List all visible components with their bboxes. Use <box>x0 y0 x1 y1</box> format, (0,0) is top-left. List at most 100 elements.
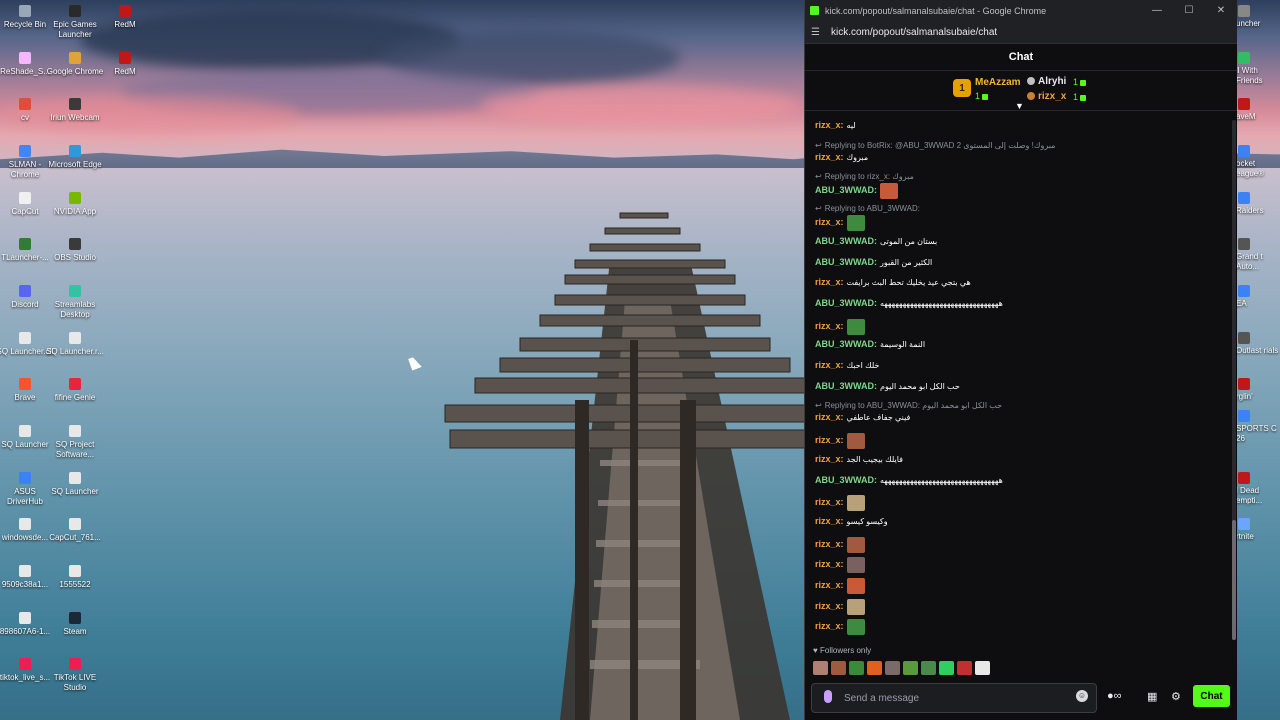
desktop-icon[interactable]: CapCut_761... <box>46 518 104 543</box>
desktop-icon[interactable]: Grand t Auto... <box>1236 238 1280 272</box>
message-username[interactable]: ABU_3WWAD: <box>815 381 877 391</box>
message-username[interactable]: ABU_3WWAD: <box>815 298 877 308</box>
desktop-icon[interactable]: l Dead empti... <box>1236 472 1280 506</box>
maximize-button[interactable]: ☐ <box>1173 0 1205 21</box>
chat-message-list[interactable]: rizx_x: ليه ↩ Replying to BotRix: @ABU_3WWA… <box>805 110 1237 640</box>
message-username[interactable]: rizx_x: <box>815 321 844 331</box>
desktop-icon[interactable]: Raiders <box>1236 192 1280 216</box>
desktop-icon[interactable]: Streamlabs Desktop <box>46 285 104 320</box>
minimize-button[interactable]: — <box>1141 0 1173 21</box>
message-username[interactable]: rizx_x: <box>815 497 844 507</box>
emoji-picker-icon[interactable]: ☺ <box>1076 690 1088 702</box>
emote-icon[interactable] <box>885 661 900 675</box>
message-username[interactable]: rizx_x: <box>815 412 844 422</box>
reply-context[interactable]: ↩ Replying to rizx_x: مبروك <box>805 172 914 182</box>
desktop-icon[interactable]: RedM <box>96 5 154 30</box>
message-username[interactable]: ABU_3WWAD: <box>815 339 877 349</box>
desktop-icon[interactable]: Microsoft Edge <box>46 145 104 170</box>
message-username[interactable]: rizx_x: <box>815 435 844 445</box>
chat-scrollbar[interactable] <box>1232 120 1236 640</box>
chat-message[interactable]: ABU_3WWAD: هههههههههههههههههههههههههههههه… <box>805 298 1003 309</box>
desktop-icon[interactable]: fifine Genie <box>46 378 104 403</box>
reply-context[interactable]: ↩ Replying to ABU_3WWAD: حب الكل ابو محمد… <box>805 401 1002 411</box>
desktop-icon[interactable]: aveM <box>1236 98 1280 122</box>
kicks-icon[interactable]: ●∞ <box>1107 690 1122 702</box>
chat-message[interactable]: rizx_x: <box>805 495 867 512</box>
emote-icon[interactable] <box>957 661 972 675</box>
message-username[interactable]: ABU_3WWAD: <box>815 186 877 196</box>
desktop-icon[interactable]: ocket eague® <box>1236 145 1280 179</box>
leader-third[interactable]: rizx_x <box>1027 91 1066 102</box>
chat-message[interactable]: ABU_3WWAD: بستان من الموتى <box>805 236 937 247</box>
desktop-icon[interactable]: rtnite <box>1236 518 1280 542</box>
message-username[interactable]: rizx_x: <box>815 601 844 611</box>
chat-message[interactable]: rizx_x: <box>805 619 867 636</box>
chat-message[interactable]: rizx_x: ليه <box>805 120 856 131</box>
message-username[interactable]: rizx_x: <box>815 559 844 569</box>
chat-message[interactable]: ABU_3WWAD: الكثير من القبور <box>805 257 932 268</box>
chat-message[interactable]: ABU_3WWAD: حب الكل ابو محمد اليوم <box>805 381 960 392</box>
desktop-icon[interactable]: RedM <box>96 52 154 77</box>
desktop-icon[interactable]: NVIDIA App <box>46 192 104 217</box>
message-username[interactable]: ABU_3WWAD: <box>815 257 877 267</box>
address-bar[interactable]: ☰ kick.com/popout/salmanalsubaie/chat <box>805 21 1237 44</box>
desktop-icon[interactable]: rglin' <box>1236 378 1280 402</box>
emote-icon[interactable] <box>975 661 990 675</box>
leader-first-name[interactable]: MeAzzam <box>975 77 1021 88</box>
chat-message[interactable]: ABU_3WWAD: هههههههههههههههههههههههههههههه… <box>805 475 1003 486</box>
message-username[interactable]: rizx_x: <box>815 622 844 632</box>
message-username[interactable]: rizx_x: <box>815 516 844 526</box>
chat-message[interactable]: rizx_x: <box>805 598 867 615</box>
desktop-icon[interactable]: Outlast rials <box>1236 332 1280 356</box>
desktop-icon[interactable]: Iriun Webcam <box>46 98 104 123</box>
chat-message[interactable]: rizx_x: <box>805 318 867 335</box>
emote-icon[interactable] <box>849 661 864 675</box>
reply-context[interactable]: ↩ Replying to BotRix: @ABU_3WWAD 2 مبروك!… <box>805 141 1055 151</box>
emote-icon[interactable] <box>939 661 954 675</box>
message-username[interactable]: rizx_x: <box>815 277 844 287</box>
settings-gear-icon[interactable]: ⚙ <box>1171 690 1181 703</box>
desktop-icon[interactable]: 1555522 <box>46 565 104 590</box>
chat-message[interactable]: rizx_x: فايلك بيجيب الجد <box>805 454 903 465</box>
close-button[interactable]: ✕ <box>1205 0 1237 21</box>
store-icon[interactable]: ▦ <box>1147 690 1157 703</box>
desktop-icon[interactable]: SQ Project Software... <box>46 425 104 460</box>
desktop-icon[interactable]: Steam <box>46 612 104 637</box>
message-username[interactable]: rizx_x: <box>815 360 844 370</box>
desktop-icon[interactable]: SPORTS C 26 <box>1236 410 1280 444</box>
message-input-box[interactable]: ☺ <box>811 683 1097 713</box>
url-text[interactable]: kick.com/popout/salmanalsubaie/chat <box>831 27 997 38</box>
desktop-icon[interactable]: SQ Launcher.r... <box>46 332 104 357</box>
message-username[interactable]: rizx_x: <box>815 454 844 464</box>
chat-message[interactable]: ABU_3WWAD: النمة الوسيمة <box>805 339 925 350</box>
chat-message[interactable]: ABU_3WWAD: <box>805 183 900 200</box>
desktop-icon[interactable]: TikTok LIVE Studio <box>46 658 104 693</box>
chat-message[interactable]: rizx_x: وكيسو كيسو <box>805 516 888 527</box>
emote-icon[interactable] <box>921 661 936 675</box>
desktop-icon[interactable]: ll With Friends <box>1236 52 1280 86</box>
desktop-icon[interactable]: SQ Launcher <box>46 472 104 497</box>
send-chat-button[interactable]: Chat <box>1193 685 1230 707</box>
send-message-input[interactable] <box>842 689 1066 707</box>
emote-icon[interactable] <box>867 661 882 675</box>
chat-message[interactable]: rizx_x: فيني جفاف عاطفي <box>805 412 910 423</box>
scrollbar-thumb[interactable] <box>1232 520 1236 640</box>
leader-second[interactable]: Alryhi <box>1027 76 1066 87</box>
message-username[interactable]: rizx_x: <box>815 539 844 549</box>
message-username[interactable]: ABU_3WWAD: <box>815 236 877 246</box>
message-username[interactable]: ABU_3WWAD: <box>815 475 877 485</box>
chat-message[interactable]: rizx_x: <box>805 536 867 553</box>
chat-message[interactable]: rizx_x: مبروك <box>805 152 868 163</box>
reply-context[interactable]: ↩ Replying to ABU_3WWAD: <box>805 204 920 214</box>
chat-message[interactable]: rizx_x: هي بتجي عيد يخليك تحط البث برايفت <box>805 277 971 288</box>
desktop-icon[interactable]: OBS Studio <box>46 238 104 263</box>
message-username[interactable]: rizx_x: <box>815 120 844 130</box>
chat-message[interactable]: rizx_x: خلك احبك <box>805 360 879 371</box>
message-username[interactable]: rizx_x: <box>815 152 844 162</box>
desktop-icon[interactable]: EA <box>1236 285 1280 309</box>
chat-message[interactable]: rizx_x: <box>805 557 867 574</box>
emote-icon[interactable] <box>903 661 918 675</box>
desktop-icon[interactable]: uncher <box>1236 5 1280 29</box>
chat-message[interactable]: rizx_x: <box>805 578 867 594</box>
emote-icon[interactable] <box>813 661 828 675</box>
